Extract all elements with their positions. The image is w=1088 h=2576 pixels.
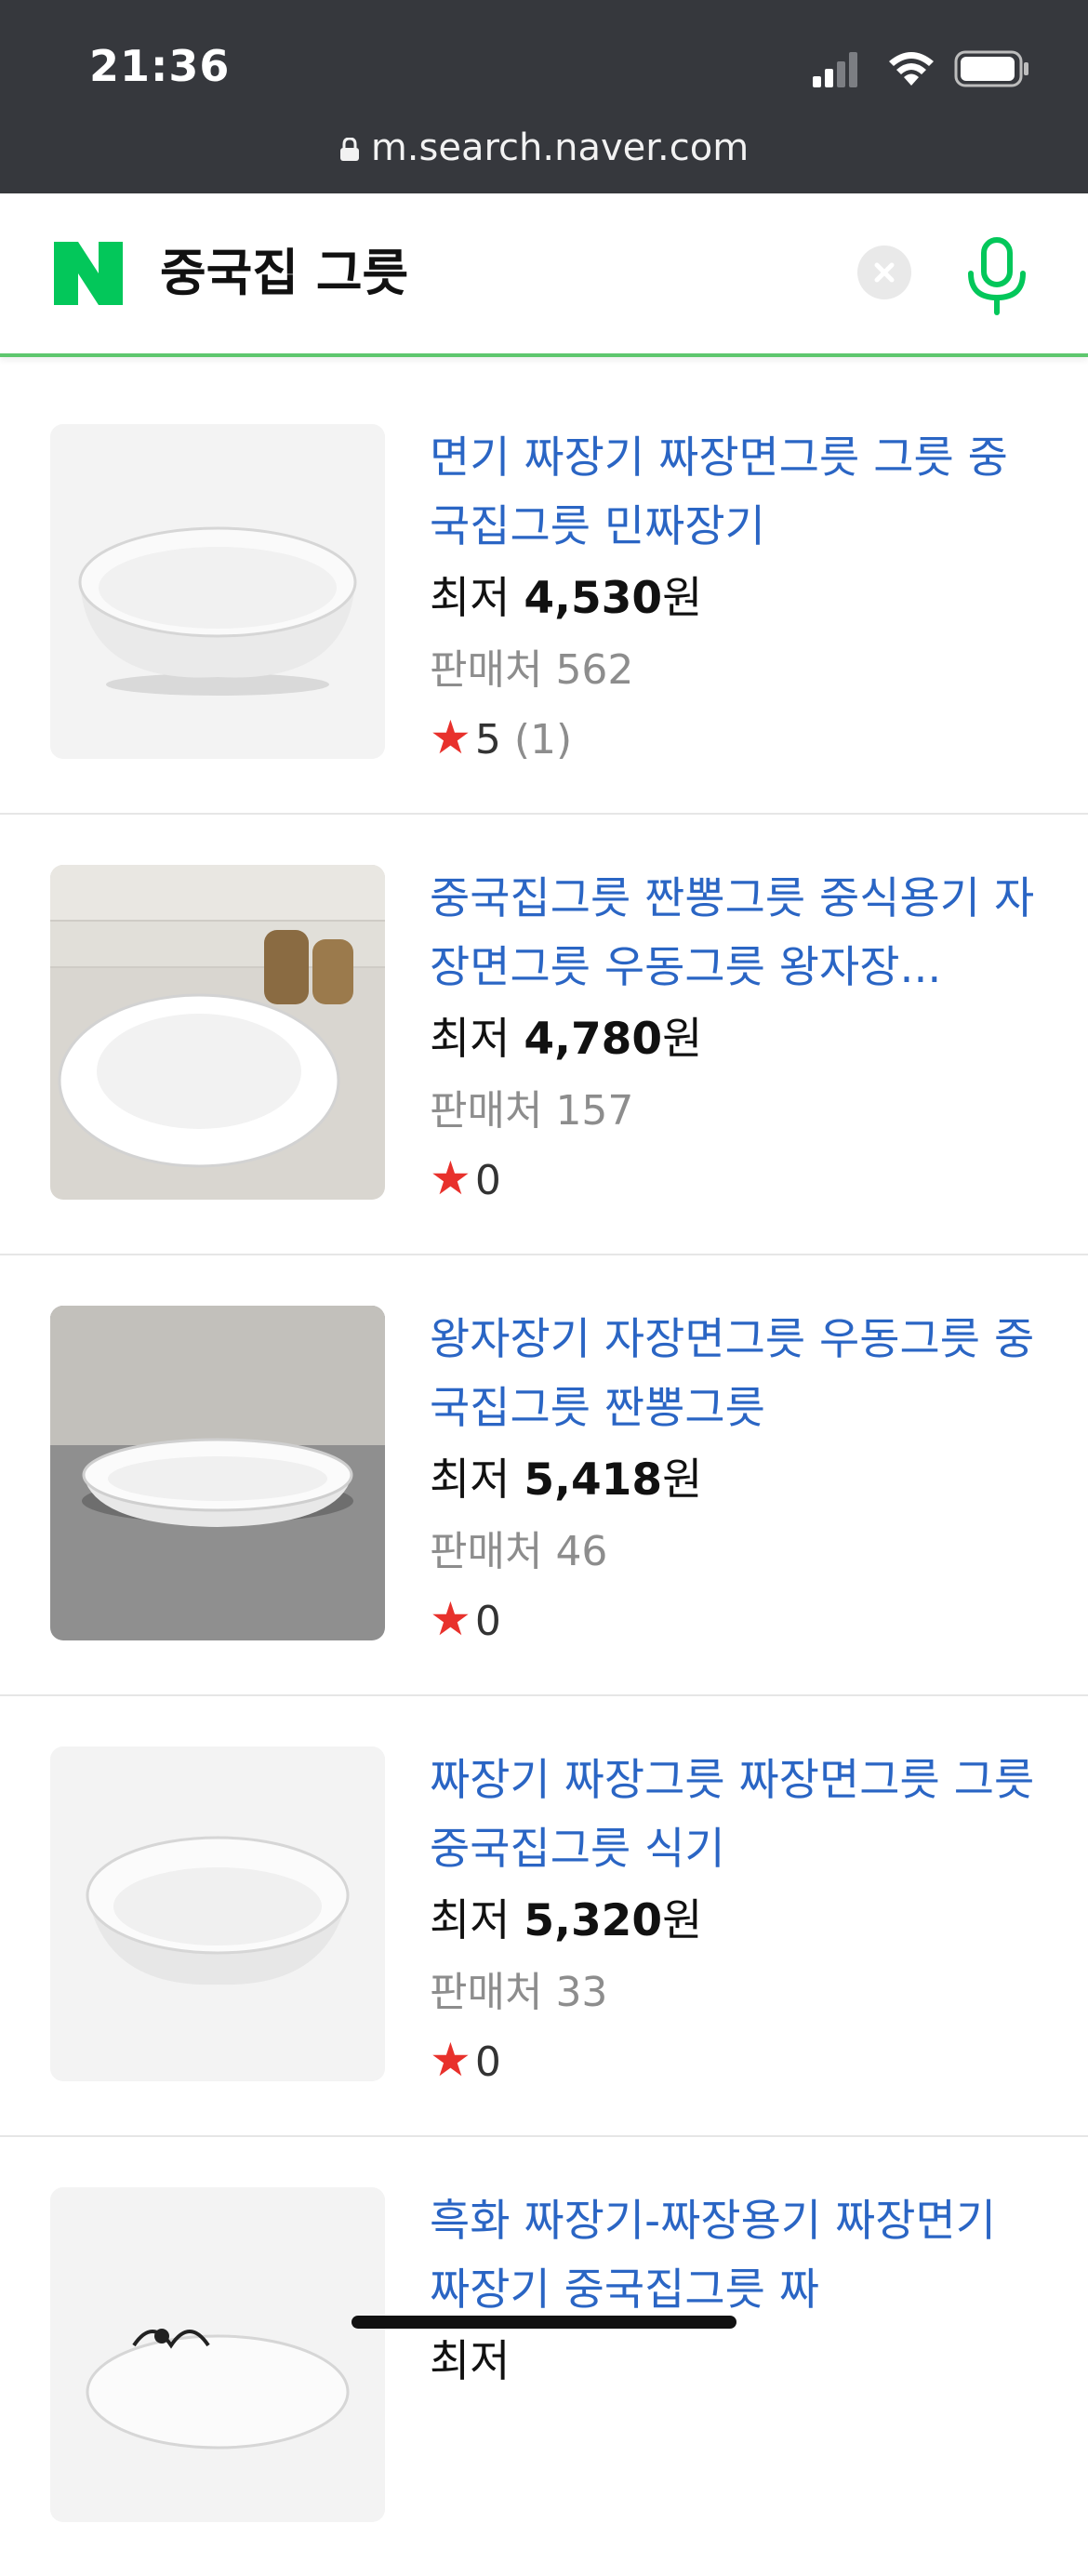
bowl-image <box>50 1746 385 2081</box>
product-price: 최저 <box>430 2325 1043 2399</box>
battery-icon <box>954 50 1028 87</box>
rating-value: 0 <box>474 2038 501 2086</box>
sellers-value: 46 <box>555 1528 608 1575</box>
rating-value: 5 <box>474 716 501 764</box>
seller-count: 판매처 33 <box>430 1959 1043 2027</box>
rating-value: 0 <box>474 1598 501 1645</box>
price-unit: 원 <box>662 1454 703 1506</box>
product-rating: ★5 (1) <box>430 705 1043 773</box>
bowl-image <box>50 865 385 1200</box>
product-thumbnail[interactable] <box>50 1746 385 2081</box>
price-prefix: 최저 <box>430 1895 524 1946</box>
review-count: (1) <box>513 716 573 764</box>
home-indicator[interactable] <box>352 2316 736 2329</box>
star-icon: ★ <box>430 1592 471 1646</box>
product-price: 최저 5,320원 <box>430 1884 1043 1959</box>
status-bar: 21:36 m.search.naver.com <box>0 0 1088 193</box>
rating-value: 0 <box>474 1157 501 1204</box>
product-item[interactable]: 중국집그릇 짠뽕그릇 중식용기 자장면그릇 우동그릇 왕자장... 최저 4,7… <box>0 813 1088 1255</box>
price-unit: 원 <box>662 1014 703 1065</box>
star-icon: ★ <box>430 1151 471 1205</box>
wifi-icon <box>889 52 934 86</box>
price-value: 5,320 <box>524 1895 663 1946</box>
sellers-label: 판매처 <box>430 1528 556 1575</box>
bowl-image <box>50 424 385 759</box>
sellers-value: 157 <box>555 1087 634 1135</box>
product-thumbnail[interactable] <box>50 865 385 1200</box>
price-unit: 원 <box>662 573 703 624</box>
clock-time: 21:36 <box>89 41 231 91</box>
product-item[interactable]: 짜장기 짜장그릇 짜장면그릇 그릇 중국집그릇 식기 최저 5,320원 판매처… <box>0 1694 1088 2137</box>
status-icons <box>809 48 1088 95</box>
seller-count: 판매처 46 <box>430 1518 1043 1587</box>
product-item[interactable]: 흑화 짜장기-짜장용기 짜장면기 짜장기 중국집그릇 짜 최저 <box>0 2135 1088 2576</box>
price-value: 4,780 <box>524 1014 663 1065</box>
seller-count: 판매처 562 <box>430 636 1043 705</box>
product-thumbnail[interactable] <box>50 2187 385 2522</box>
sellers-label: 판매처 <box>430 1969 556 2016</box>
product-title-link[interactable]: 면기 짜장기 짜장면그릇 그릇 중국집그릇 민짜장기 <box>430 424 1043 562</box>
price-prefix: 최저 <box>430 1454 524 1506</box>
product-rating: ★0 <box>430 1587 1043 1654</box>
price-prefix: 최저 <box>430 2336 511 2387</box>
url-text: m.search.naver.com <box>370 126 750 169</box>
bowl-image <box>50 1306 385 1640</box>
price-value: 5,418 <box>524 1454 663 1506</box>
price-unit: 원 <box>662 1895 703 1946</box>
product-price: 최저 5,418원 <box>430 1443 1043 1518</box>
cellular-signal-icon <box>813 52 857 87</box>
address-bar[interactable]: m.search.naver.com <box>0 126 1088 169</box>
seller-count: 판매처 157 <box>430 1077 1043 1146</box>
bowl-image <box>50 2187 385 2522</box>
product-thumbnail[interactable] <box>50 1306 385 1640</box>
sellers-label: 판매처 <box>430 646 556 694</box>
product-price: 최저 4,530원 <box>430 562 1043 636</box>
search-bar: 중국집 그릇 <box>0 193 1088 357</box>
search-input[interactable]: 중국집 그릇 <box>160 242 408 305</box>
star-icon: ★ <box>430 710 471 764</box>
lock-icon <box>339 138 359 161</box>
product-item[interactable]: 왕자장기 자장면그릇 우동그릇 중국집그릇 짠뽕그릇 최저 5,418원 판매처… <box>0 1254 1088 1696</box>
product-title-link[interactable]: 짜장기 짜장그릇 짜장면그릇 그릇 중국집그릇 식기 <box>430 1746 1043 1884</box>
sellers-value: 562 <box>555 646 634 694</box>
price-prefix: 최저 <box>430 573 524 624</box>
sellers-label: 판매처 <box>430 1087 556 1135</box>
product-price: 최저 4,780원 <box>430 1003 1043 1077</box>
microphone-icon[interactable] <box>962 236 1032 316</box>
price-prefix: 최저 <box>430 1014 524 1065</box>
clear-search-button[interactable] <box>857 246 911 299</box>
sellers-value: 33 <box>555 1969 608 2016</box>
product-rating: ★0 <box>430 1146 1043 1214</box>
product-title-link[interactable]: 흑화 짜장기-짜장용기 짜장면기 짜장기 중국집그릇 짜 <box>430 2187 1043 2325</box>
product-thumbnail[interactable] <box>50 424 385 759</box>
product-rating: ★0 <box>430 2027 1043 2095</box>
close-icon <box>874 262 895 283</box>
product-title-link[interactable]: 왕자장기 자장면그릇 우동그릇 중국집그릇 짠뽕그릇 <box>430 1306 1043 1443</box>
price-value: 4,530 <box>524 573 663 624</box>
product-title-link[interactable]: 중국집그릇 짠뽕그릇 중식용기 자장면그릇 우동그릇 왕자장... <box>430 865 1043 1003</box>
star-icon: ★ <box>430 2033 471 2087</box>
product-item[interactable]: 면기 짜장기 짜장면그릇 그릇 중국집그릇 민짜장기 최저 4,530원 판매처… <box>0 372 1088 815</box>
naver-logo[interactable] <box>54 242 123 305</box>
